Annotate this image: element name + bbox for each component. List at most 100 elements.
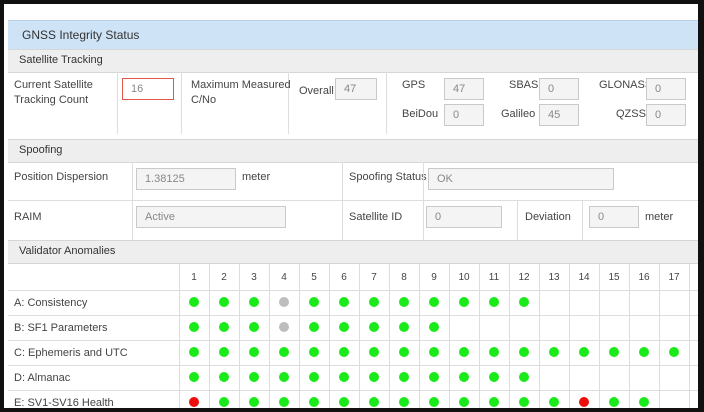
raim-field[interactable]: Active: [136, 206, 286, 228]
gnss-integrity-panel: GNSS Integrity Status Satellite Tracking…: [0, 0, 704, 412]
status-dot: [369, 397, 379, 407]
status-dot: [399, 397, 409, 407]
overall-field[interactable]: 47: [335, 78, 377, 100]
status-dot: [309, 347, 319, 357]
row-divider: [8, 340, 698, 341]
column-number: 2: [221, 272, 227, 283]
status-dot: [489, 347, 499, 357]
status-dot: [399, 372, 409, 382]
position-dispersion-field[interactable]: 1.38125: [136, 168, 236, 190]
column-number: 16: [638, 272, 650, 283]
column-number: 14: [578, 272, 590, 283]
position-dispersion-label: Position Dispersion: [14, 171, 109, 183]
status-dot: [489, 372, 499, 382]
section-header-spoofing: Spoofing: [8, 139, 698, 163]
status-dot: [399, 322, 409, 332]
column-number: 15: [608, 272, 620, 283]
status-dot: [489, 397, 499, 407]
column-number: 4: [281, 272, 287, 283]
deviation-label: Deviation: [525, 211, 571, 223]
column-number: 1: [191, 272, 197, 283]
status-dot: [339, 297, 349, 307]
max-cno-label-line2: C/No: [191, 94, 217, 106]
column-number: 8: [401, 272, 407, 283]
divider: [117, 72, 118, 134]
status-dot: [519, 397, 529, 407]
status-dot: [369, 297, 379, 307]
row-divider: [8, 365, 698, 366]
status-dot: [429, 297, 439, 307]
column-number: 9: [431, 272, 437, 283]
status-dot: [459, 297, 469, 307]
anomaly-row-label: E: SV1-SV16 Health: [14, 397, 114, 409]
status-dot: [219, 397, 229, 407]
galileo-field[interactable]: 45: [539, 104, 579, 126]
status-dot: [339, 372, 349, 382]
status-dot: [579, 397, 589, 407]
status-dot: [249, 297, 259, 307]
status-dot: [309, 397, 319, 407]
status-dot: [459, 397, 469, 407]
satellite-id-label: Satellite ID: [349, 211, 403, 223]
qzss-label: QZSS: [616, 108, 646, 120]
max-cno-label: Maximum Measured C/No: [191, 78, 291, 108]
status-dot: [189, 347, 199, 357]
status-dot: [279, 397, 289, 407]
status-dot: [639, 397, 649, 407]
beidou-label: BeiDou: [402, 108, 439, 120]
status-dot: [459, 347, 469, 357]
glonass-field[interactable]: 0: [646, 78, 686, 100]
beidou-field[interactable]: 0: [444, 104, 484, 126]
status-dot: [489, 297, 499, 307]
status-dot: [429, 347, 439, 357]
row-divider: [8, 390, 698, 391]
status-dot: [519, 347, 529, 357]
spoofing-status-field[interactable]: OK: [428, 168, 614, 190]
panel-header: GNSS Integrity Status: [8, 20, 698, 50]
column-number: 5: [311, 272, 317, 283]
sbas-label: SBAS: [509, 79, 539, 91]
tracking-count-label: Current Satellite Tracking Count: [14, 78, 93, 108]
status-dot: [279, 322, 289, 332]
status-dot: [429, 372, 439, 382]
column-number: 7: [371, 272, 377, 283]
anomaly-row-label: A: Consistency: [14, 297, 88, 309]
gps-field[interactable]: 47: [444, 78, 484, 100]
divider: [582, 201, 583, 240]
status-dot: [399, 347, 409, 357]
divider: [517, 201, 518, 240]
status-dot: [309, 372, 319, 382]
sbas-field[interactable]: 0: [539, 78, 579, 100]
column-number: 11: [488, 272, 500, 283]
column-number: 6: [341, 272, 347, 283]
satellite-id-field[interactable]: 0: [426, 206, 502, 228]
status-dot: [219, 372, 229, 382]
tracking-count-field[interactable]: 16: [122, 78, 174, 100]
row-divider: [8, 290, 698, 291]
status-dot: [189, 397, 199, 407]
status-dot: [339, 347, 349, 357]
status-dot: [189, 297, 199, 307]
status-dot: [429, 397, 439, 407]
section-header-validator-anomalies: Validator Anomalies: [8, 240, 698, 264]
anomaly-row-label: D: Almanac: [14, 372, 71, 384]
status-dot: [639, 347, 649, 357]
divider: [386, 72, 387, 134]
panel-title: GNSS Integrity Status: [22, 28, 140, 42]
column-number: 12: [518, 272, 530, 283]
status-dot: [339, 397, 349, 407]
status-dot: [219, 347, 229, 357]
raim-label: RAIM: [14, 211, 42, 223]
qzss-field[interactable]: 0: [646, 104, 686, 126]
deviation-field[interactable]: 0: [589, 206, 639, 228]
status-dot: [549, 397, 559, 407]
status-dot: [339, 322, 349, 332]
status-dot: [279, 347, 289, 357]
status-dot: [609, 347, 619, 357]
divider: [132, 162, 133, 240]
row-divider: [8, 315, 698, 316]
status-dot: [249, 397, 259, 407]
column-number: 13: [548, 272, 560, 283]
status-dot: [369, 372, 379, 382]
divider: [181, 72, 182, 134]
